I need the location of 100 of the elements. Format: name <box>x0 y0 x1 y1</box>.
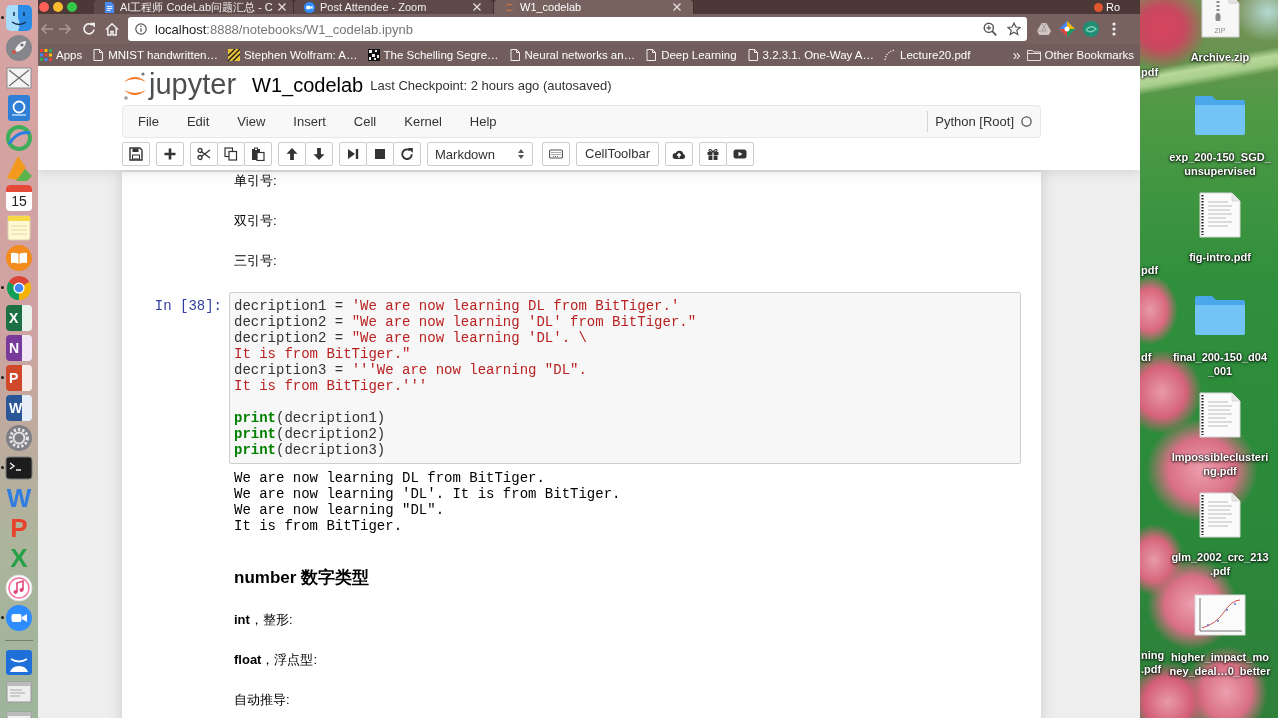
menu-item[interactable]: View <box>223 106 280 137</box>
keyboard-button[interactable] <box>542 142 570 166</box>
file-name-label[interactable]: fig-intro.pdf <box>1189 250 1251 264</box>
calendar-tile[interactable]: 15 <box>6 185 32 211</box>
restart-button[interactable] <box>393 142 421 166</box>
reload-icon[interactable] <box>82 22 96 36</box>
address-field[interactable]: localhost:8888/notebooks/W1_codelab.ipynb <box>128 17 1027 41</box>
video-camera-icon[interactable] <box>5 604 33 632</box>
bookmark-link[interactable]: Apps <box>40 47 83 63</box>
page-icon <box>645 49 658 61</box>
home-icon[interactable] <box>105 22 119 36</box>
menu-item[interactable]: Help <box>455 106 511 137</box>
document-thumbnail-icon[interactable] <box>1199 192 1241 238</box>
file-name-label[interactable]: final_200-150_d04 _001 <box>1172 350 1268 378</box>
file-name-label[interactable]: .pdf <box>1141 662 1162 676</box>
menu-item[interactable]: Cell <box>339 106 391 137</box>
two-tone-face-icon[interactable] <box>5 4 33 32</box>
file-name-label[interactable]: ning <box>1141 648 1165 662</box>
browser-tab[interactable]: AI工程师 CodeLab问题汇总 - C <box>94 0 294 14</box>
markdown-text: 单引号: <box>234 172 277 190</box>
video-camera-icon <box>304 1 315 13</box>
cut-button[interactable] <box>190 142 218 166</box>
scissors-icon <box>197 147 211 161</box>
cell-type-select[interactable]: Markdown <box>427 142 533 166</box>
step-forward-icon <box>346 147 360 161</box>
file-name-label[interactable]: pdf <box>1141 263 1159 277</box>
crossed-frame-icon[interactable] <box>5 64 33 92</box>
up-down-caret-icon <box>518 149 524 159</box>
music-note-icon[interactable] <box>5 574 33 602</box>
code-input[interactable] <box>229 292 1021 464</box>
paste-button[interactable] <box>244 142 272 166</box>
window-thumbnail-icon[interactable] <box>5 678 33 706</box>
markdown-text: float，浮点型: <box>234 651 318 669</box>
stop-icon <box>373 147 387 161</box>
swirl-icon[interactable] <box>1083 21 1099 37</box>
browser-tab[interactable]: W1_codelab <box>494 0 694 14</box>
bookmark-link[interactable]: 3.2.3.1. One-Way A… <box>746 47 875 63</box>
more-menu-icon[interactable] <box>1112 22 1116 36</box>
menu-item[interactable]: File <box>124 106 173 137</box>
bookmark-link[interactable]: MNIST handwritten… <box>92 47 218 63</box>
move-down-button[interactable] <box>305 142 333 166</box>
bookmark-link[interactable]: Lecture20.pdf <box>884 47 971 63</box>
info-icon[interactable] <box>135 23 147 35</box>
gift-button[interactable] <box>699 142 728 166</box>
pinwheel-icon[interactable] <box>1059 21 1075 37</box>
app-letter-tile[interactable]: P <box>6 365 32 391</box>
document-thumbnail-icon[interactable] <box>1199 492 1241 538</box>
app-letter-tile[interactable]: X <box>6 305 32 331</box>
app-letter-tile[interactable]: N <box>6 335 32 361</box>
window-maximize-button[interactable] <box>67 2 77 12</box>
file-name-label[interactable]: exp_200-150_SGD_ unsupervised <box>1169 150 1271 178</box>
move-up-button[interactable] <box>278 142 306 166</box>
menu-item[interactable]: Edit <box>172 106 224 137</box>
menu-item[interactable]: Kernel <box>390 106 456 137</box>
copy-icon <box>224 147 238 161</box>
bookmark-link[interactable]: Neural networks an… <box>508 47 636 63</box>
close-icon[interactable] <box>277 3 286 11</box>
arrow-up-icon <box>285 147 299 161</box>
document-icon <box>104 1 115 13</box>
notebook-title[interactable]: W1_codelab <box>252 74 364 97</box>
markdown-text: 自动推导: <box>234 691 290 709</box>
file-name-label[interactable]: df <box>1141 350 1152 364</box>
app-letter-tile[interactable]: W <box>6 395 32 421</box>
tricolor-circle-icon[interactable] <box>5 274 33 302</box>
browser-tab[interactable]: Post Attendee - Zoom <box>294 0 494 14</box>
chart-thumbnail-icon[interactable] <box>1194 594 1246 636</box>
file-name-label[interactable]: Archive.zip <box>1190 50 1250 64</box>
bookmark-link[interactable]: Deep Learning <box>645 47 737 63</box>
save-button[interactable] <box>122 142 150 166</box>
more-bookmarks-button[interactable]: » <box>1012 47 1021 63</box>
refresh-icon <box>400 147 414 161</box>
bookmark-link[interactable]: The Schelling Segre… <box>367 47 499 63</box>
menu-item[interactable]: Insert <box>279 106 340 137</box>
present-button[interactable] <box>726 142 755 166</box>
profile-button[interactable]: Ro <box>1093 0 1120 14</box>
window-minimize-button[interactable] <box>53 2 63 12</box>
stop-button[interactable] <box>366 142 394 166</box>
add-button[interactable] <box>156 142 184 166</box>
code-line: decription2 = "We are now learning 'DL'. \ <box>234 330 587 346</box>
bookmark-link[interactable]: Stephen Wolfram: A… <box>227 47 358 63</box>
keyboard-icon <box>549 147 563 161</box>
code-line: decription2 = "We are now learning 'DL' from BitTiger." <box>234 314 697 330</box>
bookmark-folder-link[interactable]: Other Bookmarks <box>1026 47 1134 63</box>
rocket-icon[interactable] <box>5 34 33 62</box>
document-thumbnail-icon[interactable] <box>1199 392 1241 438</box>
close-icon[interactable] <box>473 3 481 11</box>
code-line: It is from BitTiger." <box>234 346 411 362</box>
cell-toolbar-button[interactable]: CellToolbar <box>576 142 660 166</box>
ring-book-icon[interactable] <box>5 94 33 122</box>
close-icon[interactable] <box>673 3 681 11</box>
zoom-magnifier-icon[interactable] <box>983 22 997 36</box>
upload-button[interactable] <box>665 142 694 166</box>
terminal-icon[interactable] <box>5 454 33 482</box>
star-icon[interactable] <box>1007 22 1021 36</box>
triangle-icon[interactable] <box>1037 23 1051 35</box>
run-button[interactable] <box>339 142 367 166</box>
smile-cloud-tile-icon[interactable] <box>5 648 33 676</box>
copy-button[interactable] <box>217 142 245 166</box>
arcs-logo-icon <box>123 70 147 101</box>
window-close-button[interactable] <box>39 2 49 12</box>
